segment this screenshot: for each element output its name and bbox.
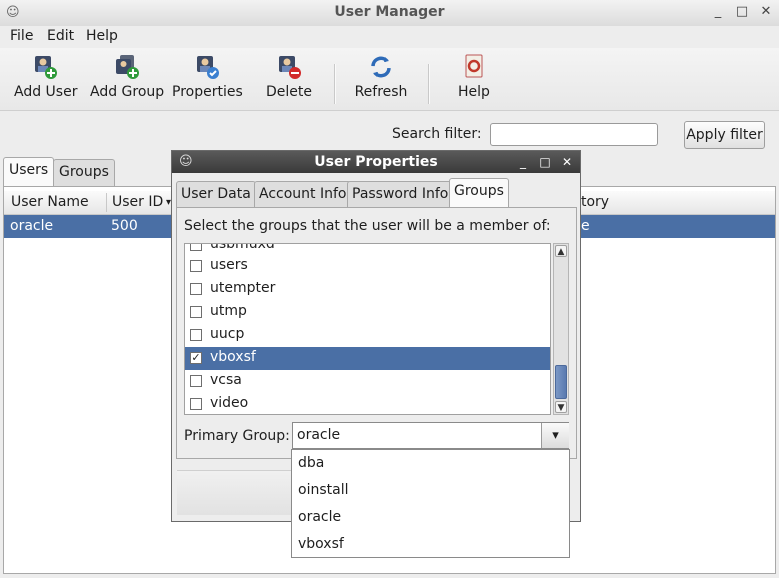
group-name: video: [210, 395, 249, 411]
dropdown-option[interactable]: oinstall: [298, 482, 348, 498]
help-label: Help: [458, 84, 490, 100]
minimize-icon[interactable]: _: [711, 5, 725, 19]
menubar: File Edit Help: [0, 26, 779, 48]
group-checkbox[interactable]: [190, 375, 202, 387]
column-user-id[interactable]: User ID: [112, 194, 163, 210]
dialog-titlebar: ☺ User Properties _ □ ✕: [172, 151, 580, 173]
group-checklist[interactable]: usbmuxd users utempter utmp uucp ✓ vboxsf…: [184, 243, 551, 415]
help-button[interactable]: Help: [452, 54, 496, 100]
primary-group-value: oracle: [297, 427, 341, 443]
delete-icon: [276, 54, 302, 80]
refresh-label: Refresh: [354, 84, 408, 100]
refresh-button[interactable]: Refresh: [352, 54, 410, 100]
dialog-minimize-icon[interactable]: _: [516, 155, 530, 169]
group-name: users: [210, 257, 248, 273]
add-user-button[interactable]: Add User: [14, 54, 78, 100]
group-name: uucp: [210, 326, 245, 342]
menu-help[interactable]: Help: [86, 28, 118, 44]
primary-group-label: Primary Group:: [184, 428, 290, 444]
apply-filter-button[interactable]: Apply filter: [684, 121, 765, 149]
toolbar-separator: [428, 64, 430, 104]
list-item[interactable]: utmp: [185, 301, 550, 324]
tab-password-info[interactable]: Password Info: [347, 181, 454, 207]
dropdown-option[interactable]: oracle: [298, 509, 341, 525]
delete-button[interactable]: Delete: [262, 54, 316, 100]
list-item[interactable]: users: [185, 255, 550, 278]
group-name: usbmuxd: [210, 243, 275, 252]
properties-icon: [194, 54, 220, 80]
add-group-label: Add Group: [90, 84, 165, 100]
maximize-icon[interactable]: □: [735, 5, 749, 19]
window-title: User Manager: [334, 4, 445, 20]
list-item-selected[interactable]: ✓ vboxsf: [185, 347, 550, 370]
tab-users[interactable]: Users: [3, 157, 55, 186]
add-user-label: Add User: [14, 84, 78, 100]
toolbar-separator: [334, 64, 336, 104]
group-checkbox[interactable]: [190, 329, 202, 341]
group-checkbox[interactable]: [190, 260, 202, 272]
list-item[interactable]: video: [185, 393, 550, 414]
scroll-thumb[interactable]: [555, 365, 567, 399]
search-filter-label: Search filter:: [392, 126, 482, 142]
column-home-directory[interactable]: tory: [581, 194, 609, 210]
tab-account-info[interactable]: Account Info: [254, 181, 352, 207]
group-name: vboxsf: [210, 349, 256, 365]
dropdown-option[interactable]: dba: [298, 455, 324, 471]
refresh-icon: [368, 54, 394, 80]
list-item[interactable]: vcsa: [185, 370, 550, 393]
cell-home-directory: e: [581, 218, 590, 234]
cell-user-id: 500: [111, 218, 138, 234]
dropdown-option[interactable]: vboxsf: [298, 536, 344, 552]
group-checkbox[interactable]: [190, 244, 202, 251]
group-checkbox[interactable]: [190, 306, 202, 318]
scroll-down-icon[interactable]: ▼: [555, 401, 567, 413]
scroll-up-icon[interactable]: ▲: [555, 245, 567, 257]
add-group-button[interactable]: Add Group: [90, 54, 164, 100]
group-name: vcsa: [210, 372, 242, 388]
toolbar: Add User Add Group Properties Delete Ref…: [0, 48, 779, 111]
list-item[interactable]: utempter: [185, 278, 550, 301]
tab-user-data[interactable]: User Data: [176, 181, 256, 207]
tab-groups-active[interactable]: Groups: [449, 178, 509, 208]
dialog-close-icon[interactable]: ✕: [560, 155, 574, 169]
groups-prompt: Select the groups that the user will be …: [184, 218, 551, 234]
help-icon: [461, 54, 487, 80]
search-filter-input[interactable]: [490, 123, 658, 146]
window-titlebar: ☺ User Manager _ □ ✕: [0, 0, 779, 27]
column-divider: [106, 193, 107, 212]
add-group-icon: [114, 54, 140, 80]
list-item[interactable]: uucp: [185, 324, 550, 347]
group-checkbox-checked[interactable]: ✓: [190, 352, 202, 364]
menu-edit[interactable]: Edit: [47, 28, 74, 44]
properties-button[interactable]: Properties: [172, 54, 243, 100]
properties-label: Properties: [172, 84, 243, 100]
group-name: utmp: [210, 303, 247, 319]
group-checkbox[interactable]: [190, 398, 202, 410]
cell-user-name: oracle: [10, 218, 54, 234]
group-name: utempter: [210, 280, 276, 296]
chevron-down-icon[interactable]: ▾: [541, 423, 569, 448]
column-user-name[interactable]: User Name: [11, 194, 89, 210]
close-icon[interactable]: ✕: [759, 5, 773, 19]
delete-label: Delete: [266, 84, 312, 100]
group-checkbox[interactable]: [190, 283, 202, 295]
tab-groups[interactable]: Groups: [53, 159, 115, 186]
dialog-maximize-icon[interactable]: □: [538, 155, 552, 169]
menu-file[interactable]: File: [10, 28, 33, 44]
add-user-icon: [32, 54, 58, 80]
